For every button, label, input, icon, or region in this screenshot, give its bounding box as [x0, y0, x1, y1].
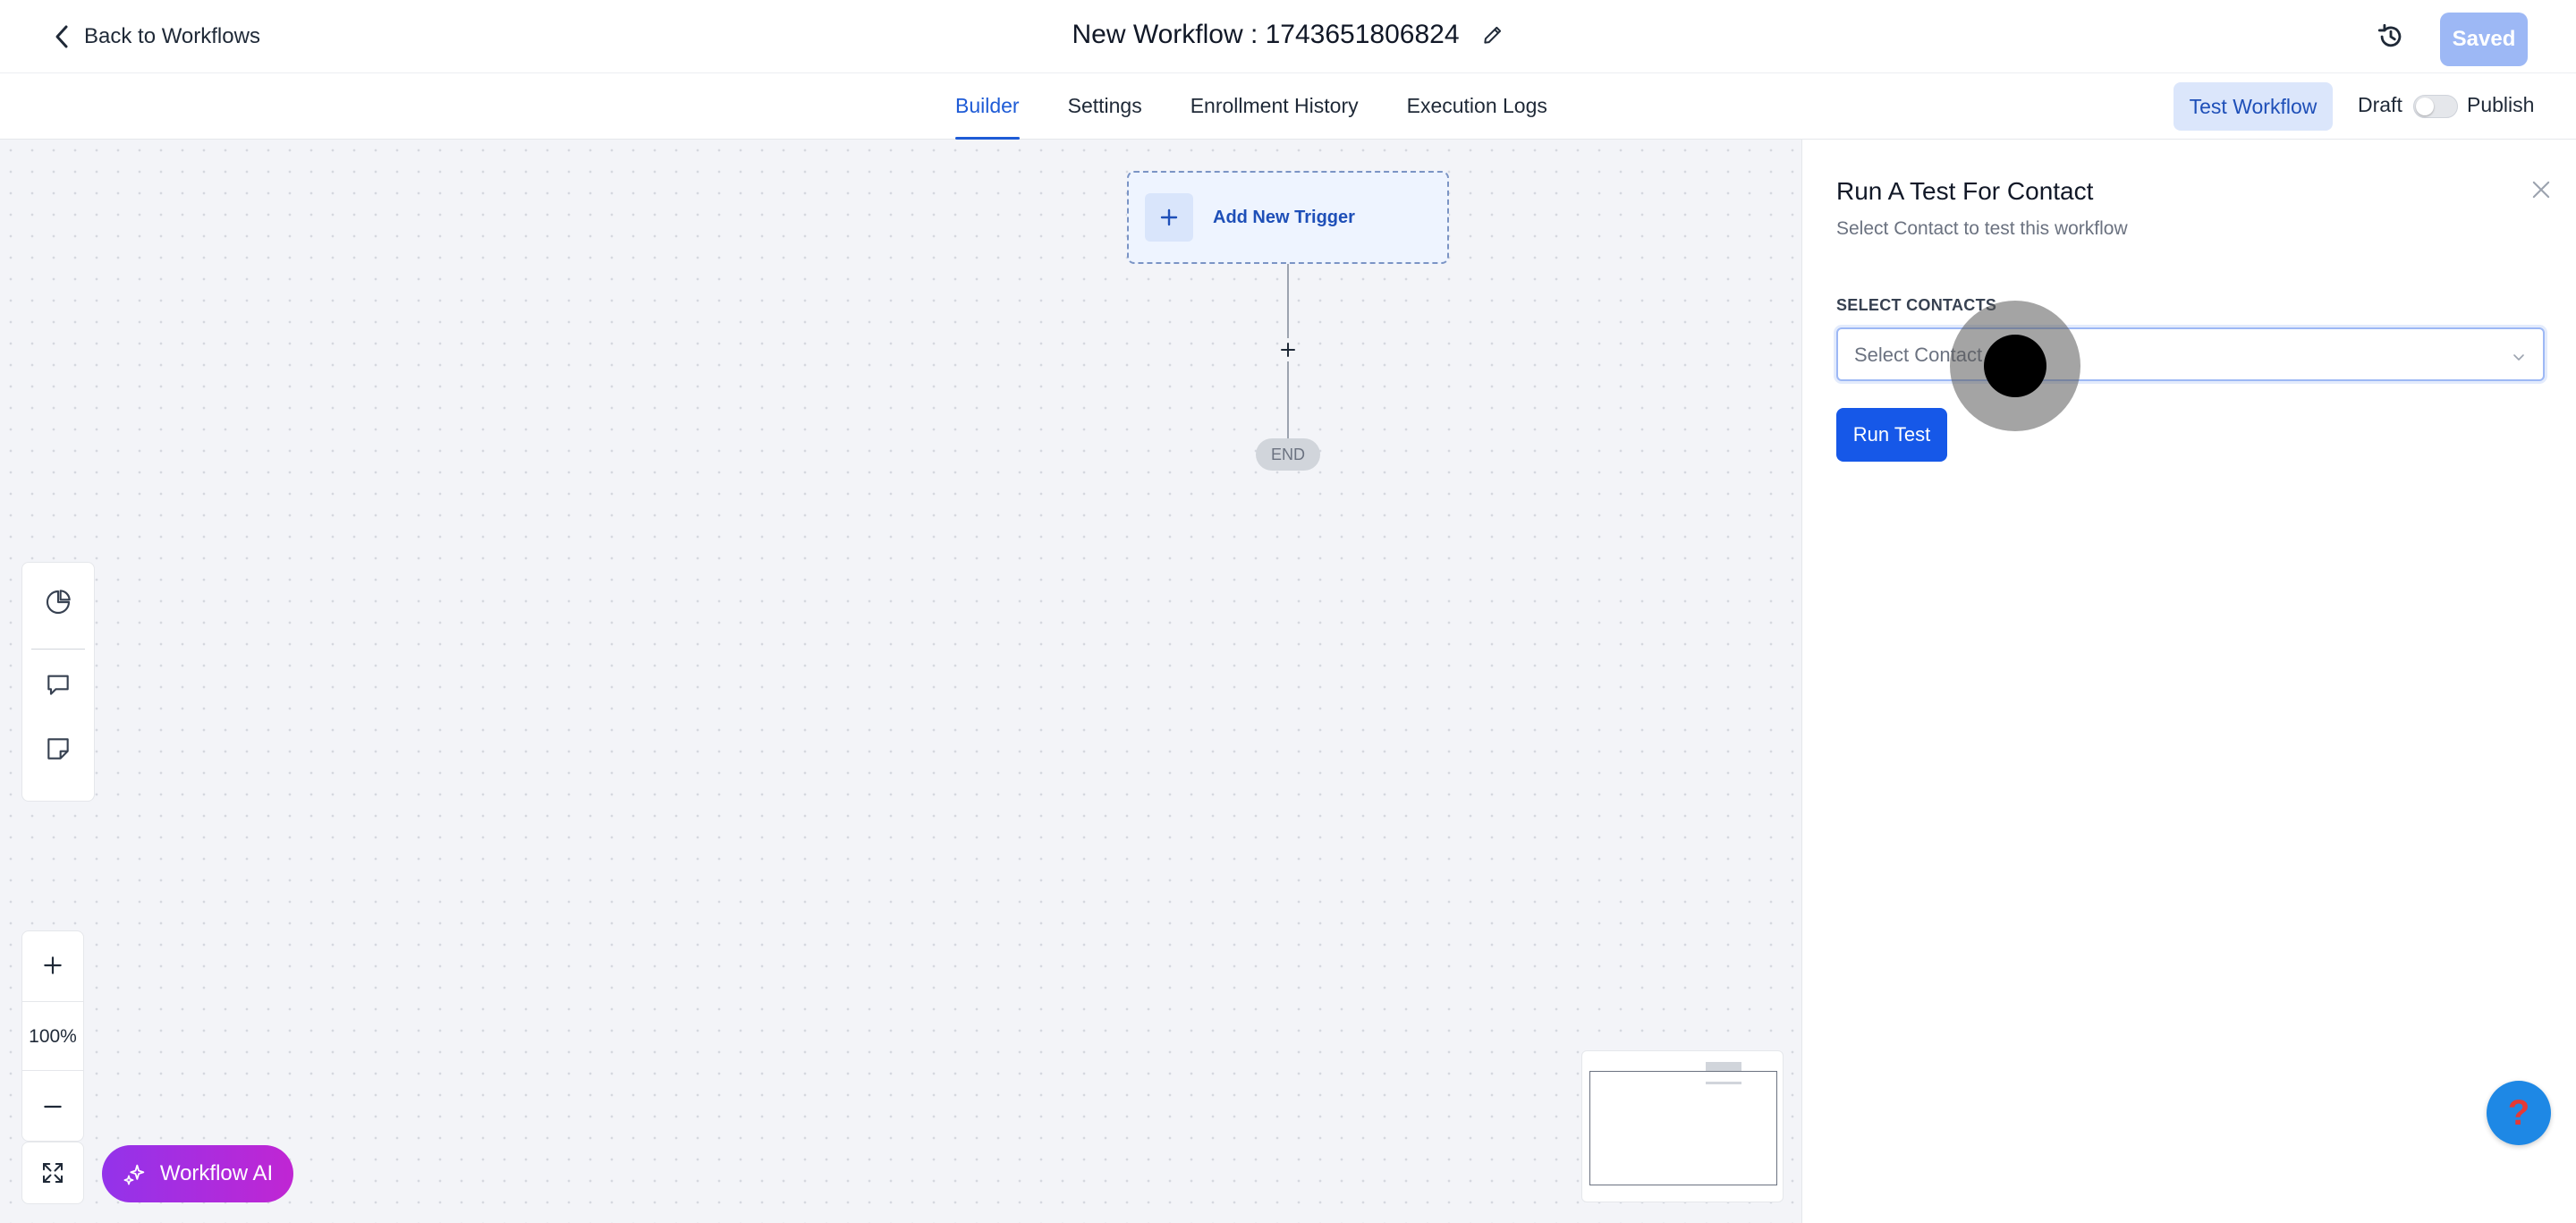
top-header: Back to Workflows New Workflow : 1743651… [0, 0, 2576, 73]
pencil-icon[interactable] [1481, 23, 1504, 47]
end-node: END [1256, 438, 1320, 471]
test-panel: Run A Test For Contact Select Contact to… [1801, 140, 2576, 1223]
toolbar-divider [31, 649, 85, 650]
panel-title: Run A Test For Contact [1836, 177, 2094, 205]
tab-execution-logs[interactable]: Execution Logs [1407, 73, 1547, 140]
tab-list: Builder Settings Enrollment History Exec… [955, 73, 1547, 140]
connector-line [1287, 264, 1289, 338]
zoom-out-icon[interactable] [22, 1073, 83, 1141]
draft-label: Draft [2358, 93, 2402, 116]
tab-builder[interactable]: Builder [955, 73, 1020, 140]
publish-label: Publish [2467, 93, 2535, 116]
minimap-node [1706, 1062, 1741, 1071]
history-icon[interactable] [2376, 21, 2406, 52]
zoom-level: 100% [22, 1001, 83, 1071]
trigger-label: Add New Trigger [1213, 207, 1355, 227]
canvas-side-toolbar [21, 562, 95, 802]
zoom-controls: 100% [21, 930, 84, 1142]
connector-line [1287, 361, 1289, 438]
tab-bar: Builder Settings Enrollment History Exec… [0, 73, 2576, 140]
toggle-knob [2416, 98, 2434, 115]
run-test-button[interactable]: Run Test [1836, 408, 1947, 462]
publish-toggle[interactable] [2413, 95, 2458, 118]
zoom-in-icon[interactable] [22, 931, 83, 999]
fit-screen-icon[interactable] [21, 1142, 84, 1204]
select-contacts-label: SELECT CONTACTS [1836, 296, 1997, 314]
close-icon[interactable] [2529, 177, 2554, 202]
help-icon[interactable]: ? [2487, 1081, 2551, 1145]
sparkle-icon [123, 1164, 145, 1185]
plus-icon [1145, 193, 1193, 242]
tab-settings[interactable]: Settings [1068, 73, 1142, 140]
sticky-note-icon[interactable] [40, 731, 76, 767]
test-workflow-button[interactable]: Test Workflow [2174, 82, 2333, 131]
pie-chart-icon[interactable] [40, 584, 76, 620]
saved-button[interactable]: Saved [2440, 13, 2528, 66]
workflow-ai-button[interactable]: Workflow AI [102, 1145, 293, 1202]
help-glyph: ? [2507, 1092, 2530, 1133]
chevron-left-icon [55, 25, 68, 48]
workflow-title-bar: New Workflow : 1743651806824 [0, 20, 2576, 50]
chevron-down-icon [2513, 354, 2524, 361]
add-step-plus-icon[interactable] [1276, 338, 1300, 361]
select-contact-dropdown[interactable]: Select Contact [1836, 327, 2545, 381]
minimap-viewport[interactable] [1589, 1071, 1777, 1185]
tab-enrollment-history[interactable]: Enrollment History [1191, 73, 1359, 140]
workflow-canvas[interactable]: Add New Trigger END 100% Workflow AI [0, 140, 1801, 1223]
workflow-title: New Workflow : 1743651806824 [1072, 20, 1460, 49]
panel-subtitle: Select Contact to test this workflow [1836, 218, 2128, 239]
workflow-ai-label: Workflow AI [159, 1161, 274, 1185]
minimap[interactable] [1581, 1050, 1784, 1202]
comment-icon[interactable] [40, 667, 76, 702]
add-new-trigger-card[interactable]: Add New Trigger [1127, 171, 1449, 264]
back-label: Back to Workflows [84, 24, 260, 48]
select-placeholder: Select Contact [1854, 344, 1983, 366]
back-to-workflows-link[interactable]: Back to Workflows [52, 23, 260, 50]
